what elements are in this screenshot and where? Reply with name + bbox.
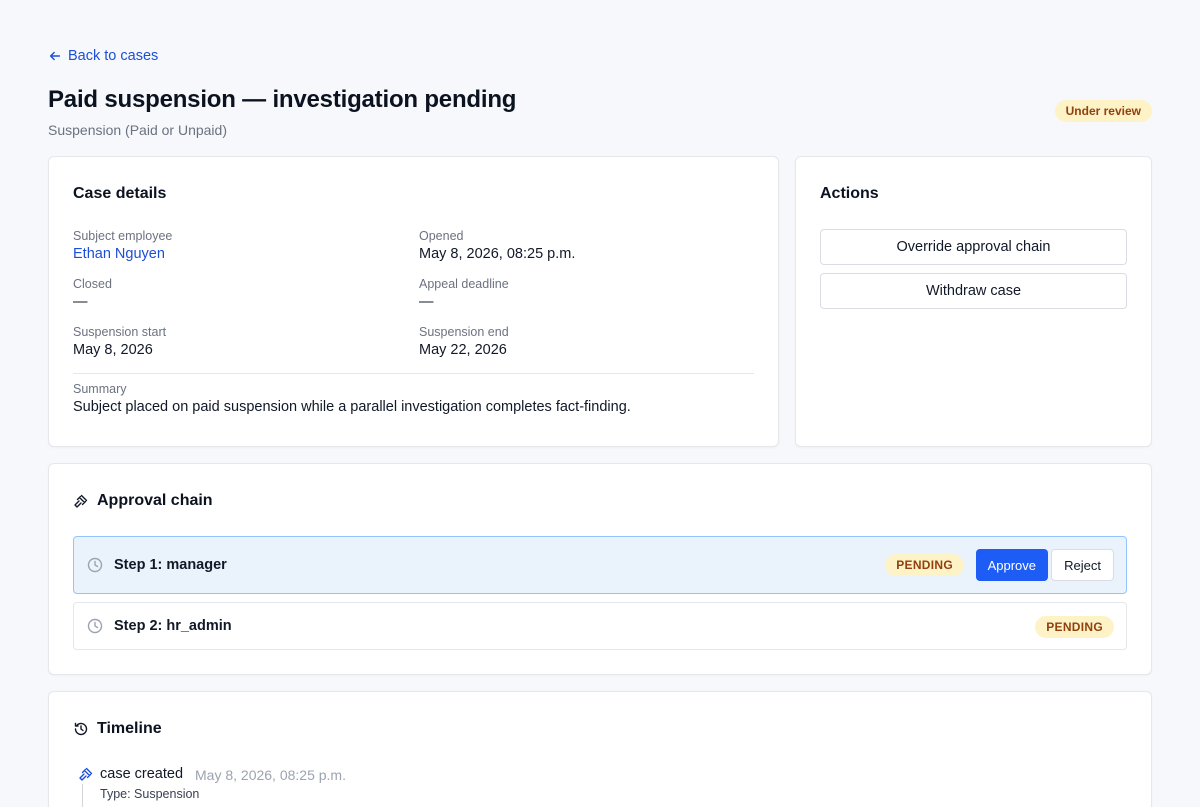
approval-step-1: Step 1: manager PENDING Approve Reject — [73, 536, 1127, 594]
reject-button[interactable]: Reject — [1051, 549, 1114, 581]
step-label: Step 2: hr_admin — [114, 618, 232, 634]
field-label: Appeal deadline — [419, 277, 509, 291]
field-value: May 22, 2026 — [419, 342, 507, 358]
field-label: Closed — [73, 277, 112, 291]
summary-text: Subject placed on paid suspension while … — [73, 399, 631, 415]
field-summary: Summary Subject placed on paid suspensio… — [73, 382, 631, 415]
field-label: Subject employee — [73, 229, 173, 243]
gavel-icon — [79, 767, 93, 781]
page-title: Paid suspension — investigation pending — [48, 86, 517, 113]
approve-button[interactable]: Approve — [975, 549, 1048, 581]
timeline-event-title: case created — [100, 766, 184, 782]
field-value: — — [73, 294, 88, 310]
page-subtitle: Suspension (Paid or Unpaid) — [48, 122, 227, 138]
step-label: Step 1: manager — [114, 557, 227, 573]
field-label: Summary — [73, 382, 127, 396]
timeline-card: Timeline case created May 8, 2026, 08:25… — [48, 691, 1152, 807]
timeline-line — [82, 784, 83, 807]
gavel-icon — [74, 494, 88, 508]
override-approval-chain-button[interactable]: Override approval chain — [820, 229, 1127, 265]
arrow-left-icon — [49, 51, 61, 61]
timeline-event-time: May 8, 2026, 08:25 p.m. — [195, 767, 346, 783]
step-status-badge: PENDING — [1035, 616, 1114, 638]
status-badge: Under review — [1054, 100, 1152, 122]
approval-chain-heading: Approval chain — [73, 492, 213, 510]
actions-card: Actions Override approval chain Withdraw… — [795, 156, 1152, 447]
field-appeal-deadline: Appeal deadline — — [419, 277, 509, 310]
history-icon — [74, 722, 88, 736]
field-value: May 8, 2026, 08:25 p.m. — [419, 246, 576, 262]
field-value: May 8, 2026 — [73, 342, 153, 358]
field-suspension-end: Suspension end May 22, 2026 — [419, 325, 509, 358]
step-status-badge: PENDING — [885, 554, 964, 576]
clock-icon — [87, 557, 103, 573]
field-closed: Closed — — [73, 277, 112, 310]
divider — [73, 373, 754, 374]
field-opened: Opened May 8, 2026, 08:25 p.m. — [419, 229, 575, 262]
case-details-title: Case details — [73, 185, 167, 202]
back-to-cases-link[interactable]: Back to cases — [48, 48, 158, 64]
clock-icon — [87, 618, 103, 634]
subject-employee-link[interactable]: Ethan Nguyen — [73, 246, 172, 262]
field-value: — — [419, 294, 434, 310]
field-label: Suspension end — [419, 325, 509, 339]
withdraw-case-button[interactable]: Withdraw case — [820, 273, 1127, 309]
timeline-heading: Timeline — [73, 720, 162, 738]
actions-title: Actions — [820, 185, 879, 202]
approval-step-2: Step 2: hr_admin PENDING — [73, 602, 1127, 650]
timeline-event-detail: Type: Suspension — [100, 787, 200, 801]
approval-chain-title: Approval chain — [97, 492, 213, 509]
field-label: Suspension start — [73, 325, 167, 339]
field-label: Opened — [419, 229, 464, 243]
case-details-card: Case details Subject employee Ethan Nguy… — [48, 156, 779, 447]
field-suspension-start: Suspension start May 8, 2026 — [73, 325, 166, 358]
back-link-label: Back to cases — [68, 48, 159, 64]
timeline-title: Timeline — [97, 720, 162, 737]
field-subject-employee: Subject employee Ethan Nguyen — [73, 229, 172, 262]
approval-chain-card: Approval chain Step 1: manager PENDING A… — [48, 463, 1152, 675]
